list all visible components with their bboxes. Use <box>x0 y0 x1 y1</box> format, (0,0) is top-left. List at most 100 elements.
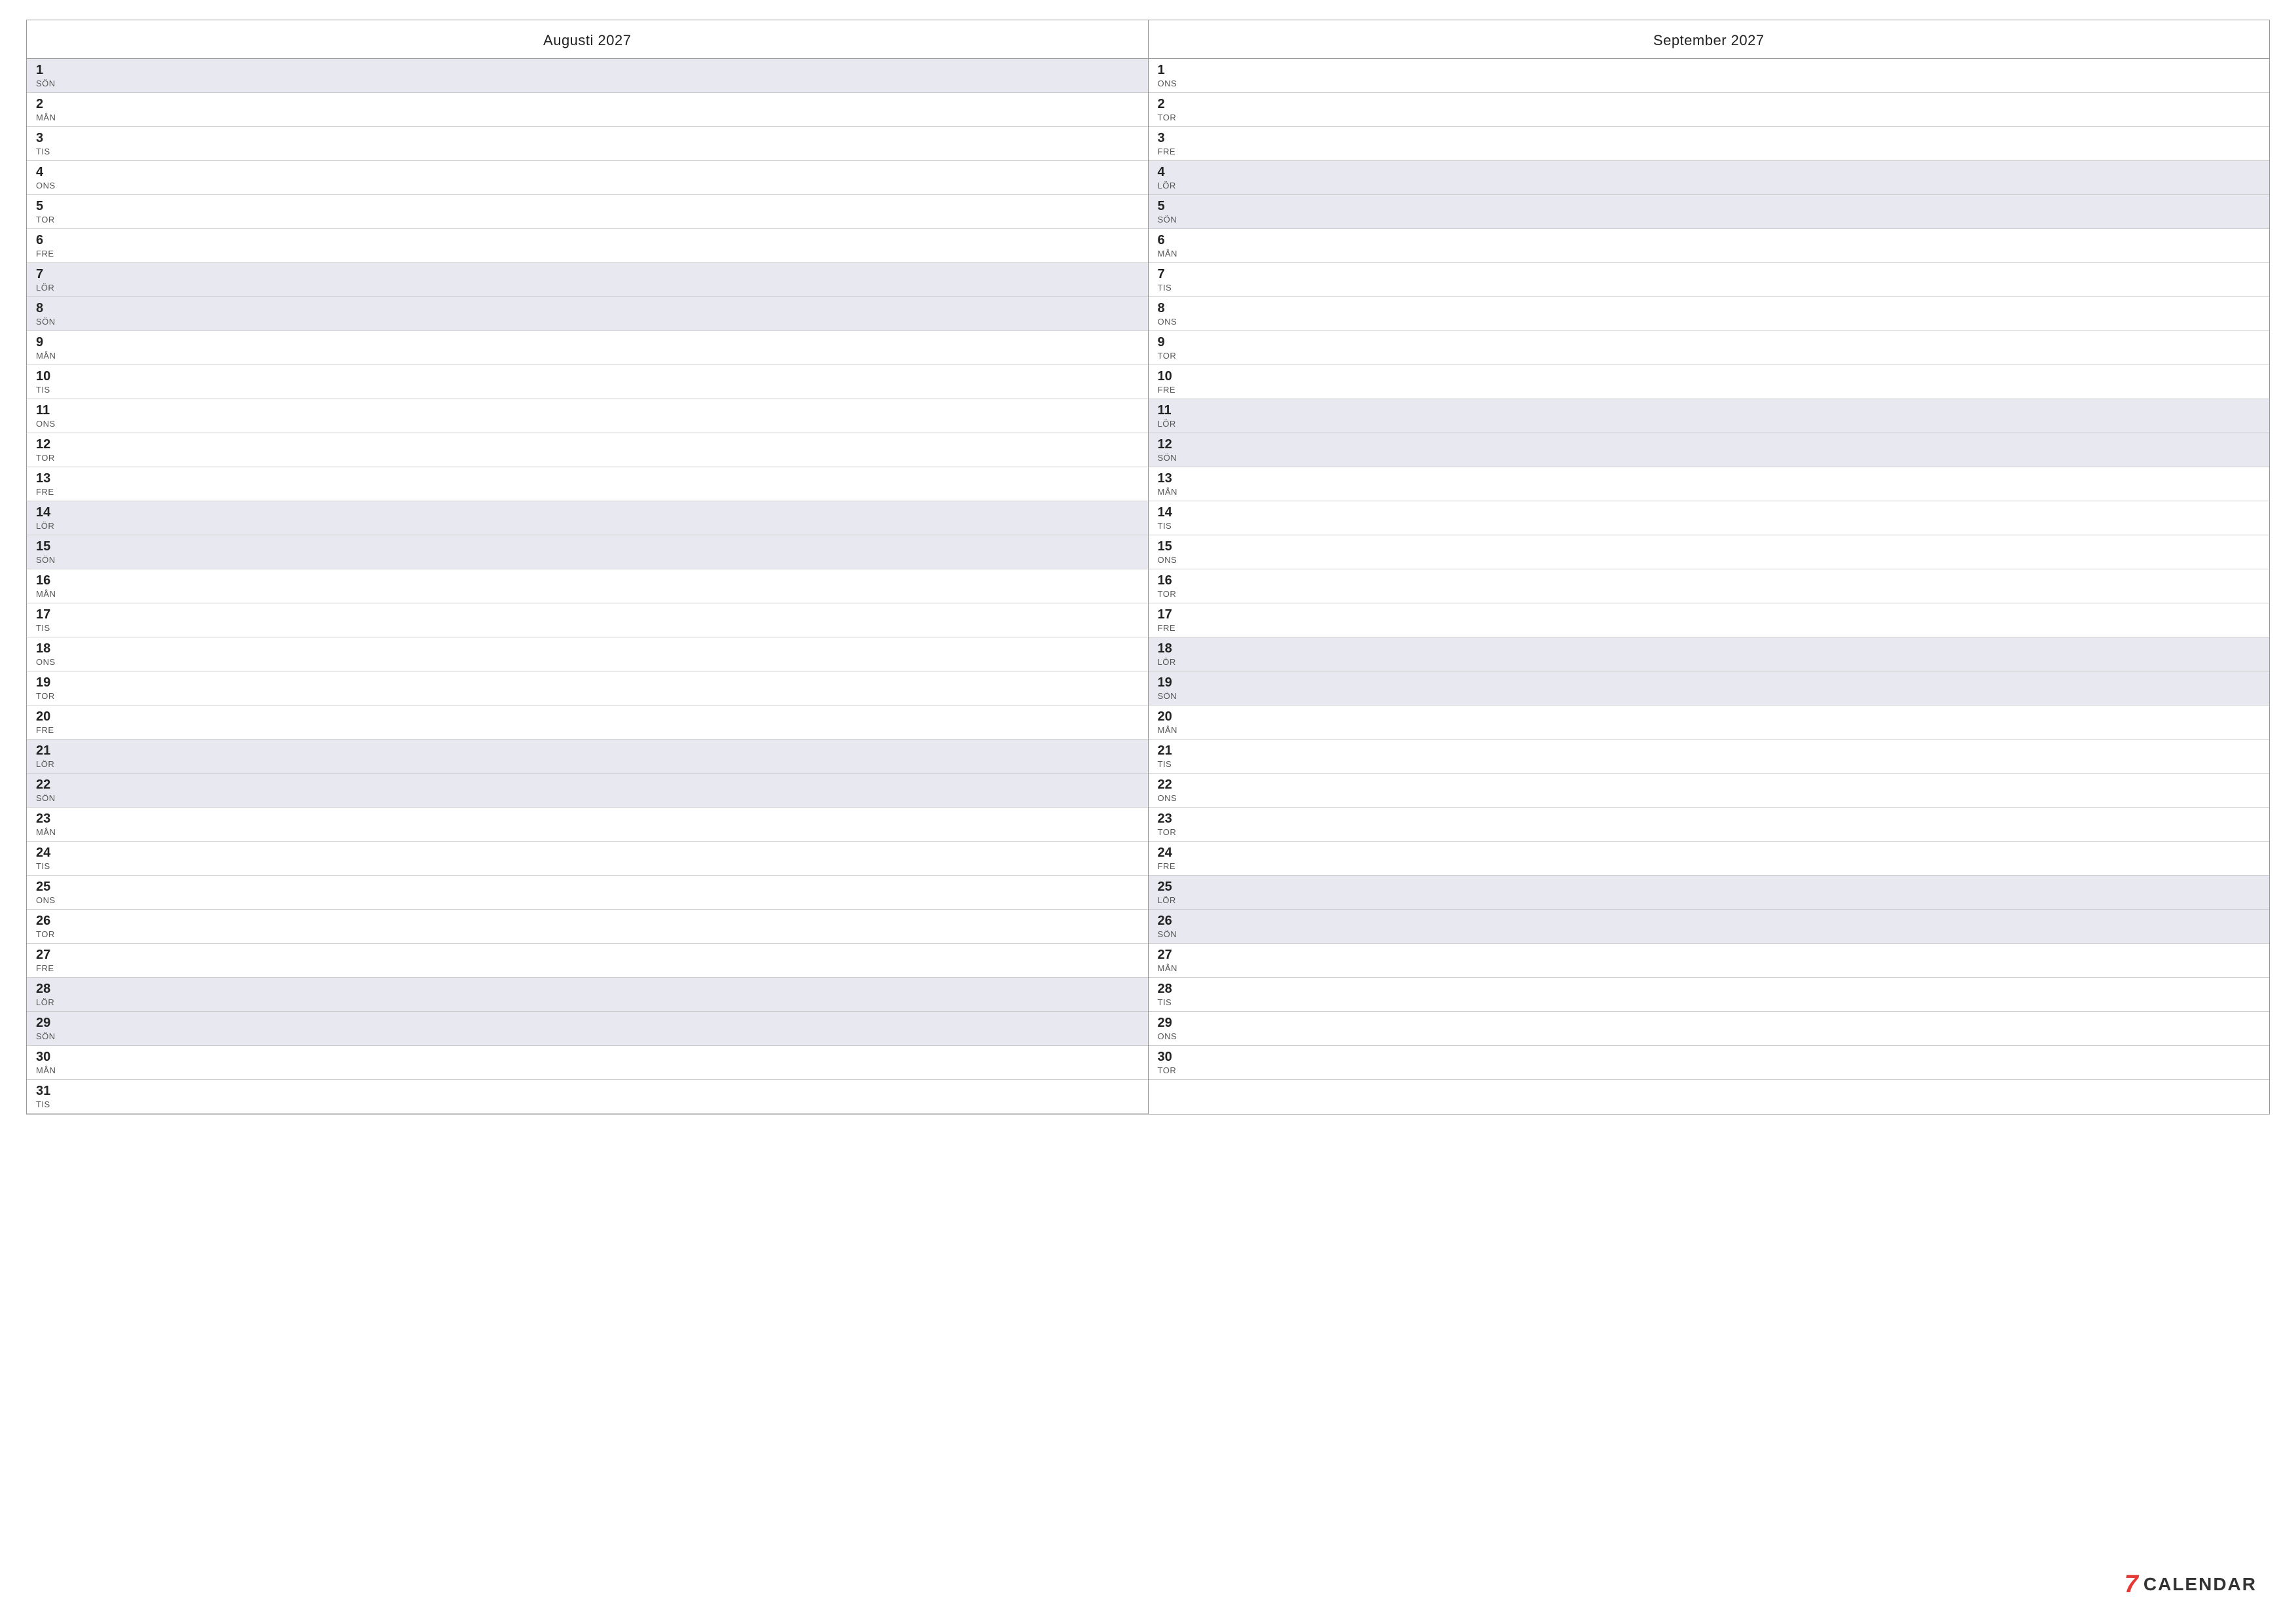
september-day-row: 9 TOR <box>1149 331 2270 365</box>
day-cell: 18 ONS <box>36 641 62 667</box>
day-name: MÅN <box>1158 725 1184 735</box>
day-name: ONS <box>36 419 62 429</box>
day-name: TOR <box>1158 589 1184 599</box>
day-name: FRE <box>36 487 62 497</box>
day-name: FRE <box>1158 861 1184 871</box>
day-number: 19 <box>1158 675 1184 690</box>
september-day-row: 2 TOR <box>1149 93 2270 127</box>
day-name: LÖR <box>36 997 62 1007</box>
day-cell: 12 TOR <box>36 437 62 463</box>
day-number: 13 <box>36 471 62 486</box>
day-cell: 27 MÅN <box>1158 948 1184 973</box>
day-number: 1 <box>36 63 62 77</box>
day-cell: 13 MÅN <box>1158 471 1184 497</box>
day-number: 10 <box>36 369 62 383</box>
day-number: 23 <box>36 812 62 826</box>
august-days: 1 SÖN 2 MÅN 3 TIS 4 ONS 5 TOR <box>27 59 1148 1114</box>
day-cell: 1 ONS <box>1158 63 1184 88</box>
day-number: 17 <box>36 607 62 622</box>
september-day-row: 25 LÖR <box>1149 876 2270 910</box>
day-name: ONS <box>1158 1031 1184 1041</box>
day-name: MÅN <box>1158 487 1184 497</box>
day-number: 30 <box>36 1050 62 1064</box>
day-number: 3 <box>36 131 62 145</box>
day-cell: 3 TIS <box>36 131 62 156</box>
day-name: MÅN <box>36 589 62 599</box>
day-name: MÅN <box>36 113 62 122</box>
day-name: TOR <box>1158 113 1184 122</box>
day-name: LÖR <box>1158 657 1184 667</box>
day-name: ONS <box>1158 79 1184 88</box>
day-name: TIS <box>36 147 62 156</box>
day-cell: 30 MÅN <box>36 1050 62 1075</box>
day-number: 5 <box>36 199 62 213</box>
day-number: 1 <box>1158 63 1184 77</box>
day-number: 13 <box>1158 471 1184 486</box>
august-day-row: 22 SÖN <box>27 774 1148 808</box>
day-name: TOR <box>36 215 62 224</box>
day-number: 31 <box>36 1084 62 1098</box>
day-name: MÅN <box>36 827 62 837</box>
day-cell: 9 MÅN <box>36 335 62 361</box>
august-day-row: 29 SÖN <box>27 1012 1148 1046</box>
august-day-row: 3 TIS <box>27 127 1148 161</box>
day-number: 29 <box>36 1016 62 1030</box>
day-name: SÖN <box>1158 691 1184 701</box>
august-day-row: 11 ONS <box>27 399 1148 433</box>
august-day-row: 13 FRE <box>27 467 1148 501</box>
day-name: FRE <box>1158 147 1184 156</box>
september-days: 1 ONS 2 TOR 3 FRE 4 LÖR 5 SÖN <box>1149 59 2270 1080</box>
day-cell: 25 ONS <box>36 880 62 905</box>
day-cell: 28 LÖR <box>36 982 62 1007</box>
watermark-text: CALENDAR <box>2144 1574 2257 1595</box>
day-cell: 2 TOR <box>1158 97 1184 122</box>
day-number: 26 <box>36 914 62 928</box>
august-day-row: 2 MÅN <box>27 93 1148 127</box>
calendars-wrapper: Augusti 2027 1 SÖN 2 MÅN 3 TIS 4 ONS 5 <box>26 20 2270 1115</box>
august-day-row: 31 TIS <box>27 1080 1148 1114</box>
day-number: 4 <box>1158 165 1184 179</box>
day-name: SÖN <box>36 793 62 803</box>
day-cell: 6 MÅN <box>1158 233 1184 259</box>
august-day-row: 5 TOR <box>27 195 1148 229</box>
day-cell: 4 ONS <box>36 165 62 190</box>
day-cell: 26 TOR <box>36 914 62 939</box>
september-day-row: 6 MÅN <box>1149 229 2270 263</box>
september-day-row: 3 FRE <box>1149 127 2270 161</box>
august-day-row: 28 LÖR <box>27 978 1148 1012</box>
day-number: 20 <box>36 709 62 724</box>
page: Augusti 2027 1 SÖN 2 MÅN 3 TIS 4 ONS 5 <box>0 0 2296 1623</box>
day-name: TIS <box>1158 521 1184 531</box>
august-day-row: 21 LÖR <box>27 740 1148 774</box>
day-name: SÖN <box>36 317 62 327</box>
day-name: TIS <box>36 1099 62 1109</box>
day-number: 23 <box>1158 812 1184 826</box>
day-name: TOR <box>1158 1065 1184 1075</box>
september-day-row: 16 TOR <box>1149 569 2270 603</box>
day-name: MÅN <box>36 1065 62 1075</box>
september-day-row: 17 FRE <box>1149 603 2270 637</box>
august-day-row: 30 MÅN <box>27 1046 1148 1080</box>
day-number: 27 <box>36 948 62 962</box>
september-day-row: 15 ONS <box>1149 535 2270 569</box>
september-day-row: 29 ONS <box>1149 1012 2270 1046</box>
day-number: 28 <box>36 982 62 996</box>
september-day-row: 13 MÅN <box>1149 467 2270 501</box>
day-name: SÖN <box>36 1031 62 1041</box>
day-number: 6 <box>1158 233 1184 247</box>
august-day-row: 1 SÖN <box>27 59 1148 93</box>
day-name: TOR <box>1158 827 1184 837</box>
day-cell: 6 FRE <box>36 233 62 259</box>
august-day-row: 26 TOR <box>27 910 1148 944</box>
day-name: MÅN <box>36 351 62 361</box>
day-number: 9 <box>36 335 62 349</box>
august-day-row: 14 LÖR <box>27 501 1148 535</box>
day-number: 14 <box>36 505 62 520</box>
september-day-row: 19 SÖN <box>1149 671 2270 705</box>
august-day-row: 19 TOR <box>27 671 1148 705</box>
day-number: 8 <box>36 301 62 315</box>
day-cell: 21 TIS <box>1158 743 1184 769</box>
day-cell: 11 ONS <box>36 403 62 429</box>
day-name: SÖN <box>1158 215 1184 224</box>
day-number: 7 <box>1158 267 1184 281</box>
